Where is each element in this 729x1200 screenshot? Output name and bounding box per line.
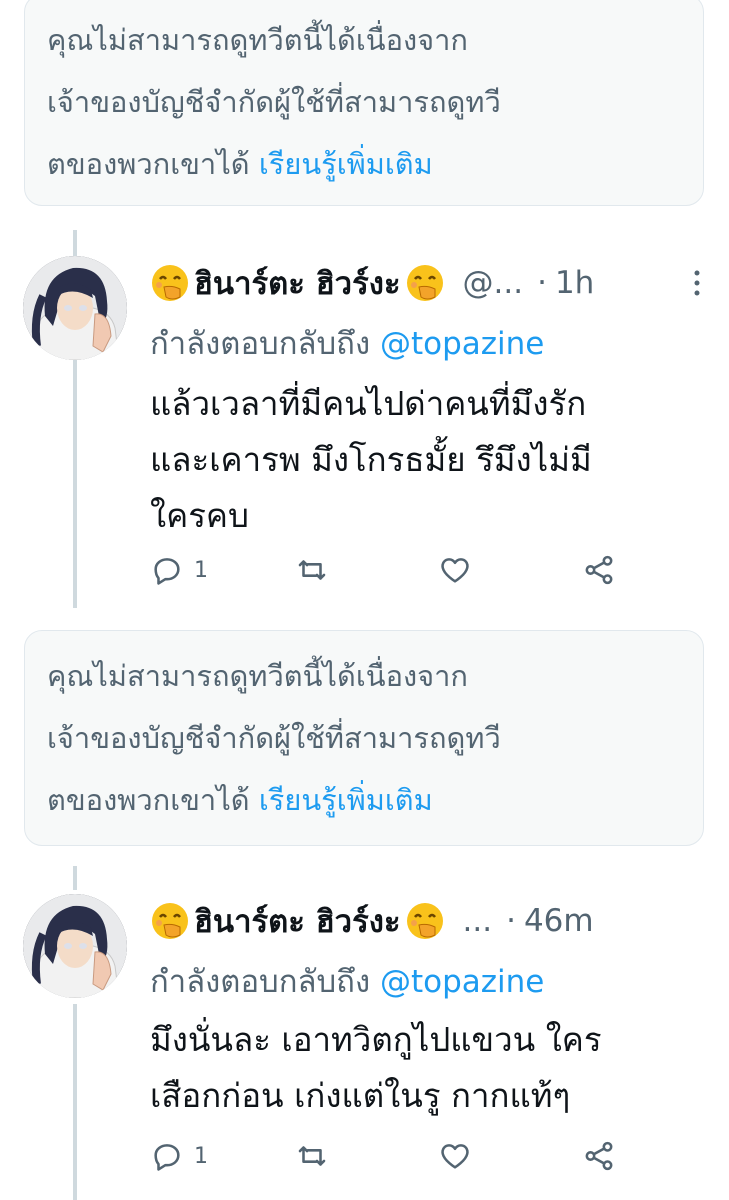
reply-count: 1	[194, 1143, 208, 1169]
tweet-header: ฮินาร์ตะ ฮิวร์งะ ... · 46m	[150, 898, 709, 944]
replying-to-label: กำลังตอบกลับถึง	[150, 326, 371, 362]
tweet-text-line: และเคารพ มึงโกรธมั้ย รึมึงไม่มี	[150, 440, 592, 479]
share-icon	[585, 1141, 613, 1171]
replying-to: กำลังตอบกลับถึง @topazine	[150, 318, 544, 368]
tweet-text: มึงนั่นละ เอาทวิตกูไปแขวน ใคร เสือกก่อน …	[150, 1012, 690, 1124]
replying-to: กำลังตอบกลับถึง @topazine	[150, 956, 544, 1006]
separator-dot: ·	[506, 903, 516, 939]
like-button[interactable]	[438, 550, 482, 590]
separator-dot: ·	[537, 265, 547, 301]
tweet-text-line: เสือกก่อน เก่งแต่ในรู กากแท้ๆ	[150, 1076, 571, 1115]
notice-line-2: เจ้าของบัญชีจำกัดผู้ใช้ที่สามารถดูทวี	[47, 85, 501, 119]
reply-button[interactable]: 1	[150, 550, 208, 590]
tweet-text-line: มึงนั่นละ เอาทวิตกูไปแขวน ใคร	[150, 1020, 602, 1059]
tweet-text-line: ใครคบ	[150, 496, 249, 535]
timestamp[interactable]: 46m	[524, 903, 594, 939]
user-handle[interactable]: @...	[463, 265, 524, 301]
notice-line-3-text: ตของพวกเขาได้	[47, 147, 250, 181]
notice-line-1: คุณไม่สามารถดูทวีตนี้ได้เนื่องจาก	[47, 23, 468, 57]
notice-line-3: ตของพวกเขาได้ เรียนรู้เพิ่มเติม	[47, 133, 681, 195]
tweet-actions: 1	[150, 550, 620, 590]
learn-more-link[interactable]: เรียนรู้เพิ่มเติม	[259, 783, 433, 817]
more-icon[interactable]	[685, 268, 709, 298]
like-button[interactable]	[438, 1136, 482, 1176]
avatar-image	[23, 256, 127, 360]
mention-link[interactable]: @topazine	[380, 326, 544, 362]
face-with-hand-over-mouth-emoji-icon	[152, 903, 188, 939]
reply-button[interactable]: 1	[150, 1136, 208, 1176]
mention-link[interactable]: @topazine	[380, 964, 544, 1000]
retweet-icon	[298, 1146, 326, 1166]
display-name[interactable]: ฮินาร์ตะ ฮิวร์งะ	[194, 896, 401, 946]
reply-icon	[154, 1144, 180, 1171]
retweet-button[interactable]	[295, 550, 339, 590]
tweet-text: แล้วเวลาที่มีคนไปด่าคนที่มึงรัก และเคารพ…	[150, 376, 690, 544]
notice-line-1: คุณไม่สามารถดูทวีตนี้ได้เนื่องจาก	[47, 659, 468, 693]
display-name[interactable]: ฮินาร์ตะ ฮิวร์งะ	[194, 258, 401, 308]
face-with-hand-over-mouth-emoji-icon	[406, 903, 443, 939]
share-button[interactable]	[582, 1136, 616, 1176]
notice-line-3-text: ตของพวกเขาได้	[47, 783, 250, 817]
thread-connector-line	[73, 866, 77, 890]
notice-line-3: ตของพวกเขาได้ เรียนรู้เพิ่มเติม	[47, 769, 681, 831]
restricted-tweet-notice: คุณไม่สามารถดูทวีตนี้ได้เนื่องจาก เจ้าขอ…	[24, 0, 704, 206]
heart-icon	[441, 558, 469, 583]
avatar[interactable]	[23, 894, 127, 998]
avatar-image	[23, 894, 127, 998]
thread-connector-line	[73, 1004, 77, 1200]
tweet-header: ฮินาร์ตะ ฮิวร์งะ @... · 1h	[150, 260, 709, 306]
share-icon	[585, 555, 613, 585]
tweet-text-line: แล้วเวลาที่มีคนไปด่าคนที่มึงรัก	[150, 384, 587, 423]
replying-to-label: กำลังตอบกลับถึง	[150, 964, 371, 1000]
face-with-hand-over-mouth-emoji-icon	[152, 265, 188, 301]
avatar[interactable]	[23, 256, 127, 360]
retweet-button[interactable]	[295, 1136, 339, 1176]
restricted-tweet-notice: คุณไม่สามารถดูทวีตนี้ได้เนื่องจาก เจ้าขอ…	[24, 630, 704, 846]
face-with-hand-over-mouth-emoji-icon	[406, 265, 443, 301]
user-handle[interactable]: ...	[463, 903, 493, 939]
reply-count: 1	[194, 557, 208, 583]
learn-more-link[interactable]: เรียนรู้เพิ่มเติม	[259, 147, 433, 181]
share-button[interactable]	[582, 550, 616, 590]
timestamp[interactable]: 1h	[555, 265, 594, 301]
heart-icon	[441, 1144, 469, 1169]
reply-icon	[154, 558, 180, 585]
retweet-icon	[298, 560, 326, 580]
tweet-actions: 1	[150, 1136, 620, 1176]
notice-line-2: เจ้าของบัญชีจำกัดผู้ใช้ที่สามารถดูทวี	[47, 721, 501, 755]
